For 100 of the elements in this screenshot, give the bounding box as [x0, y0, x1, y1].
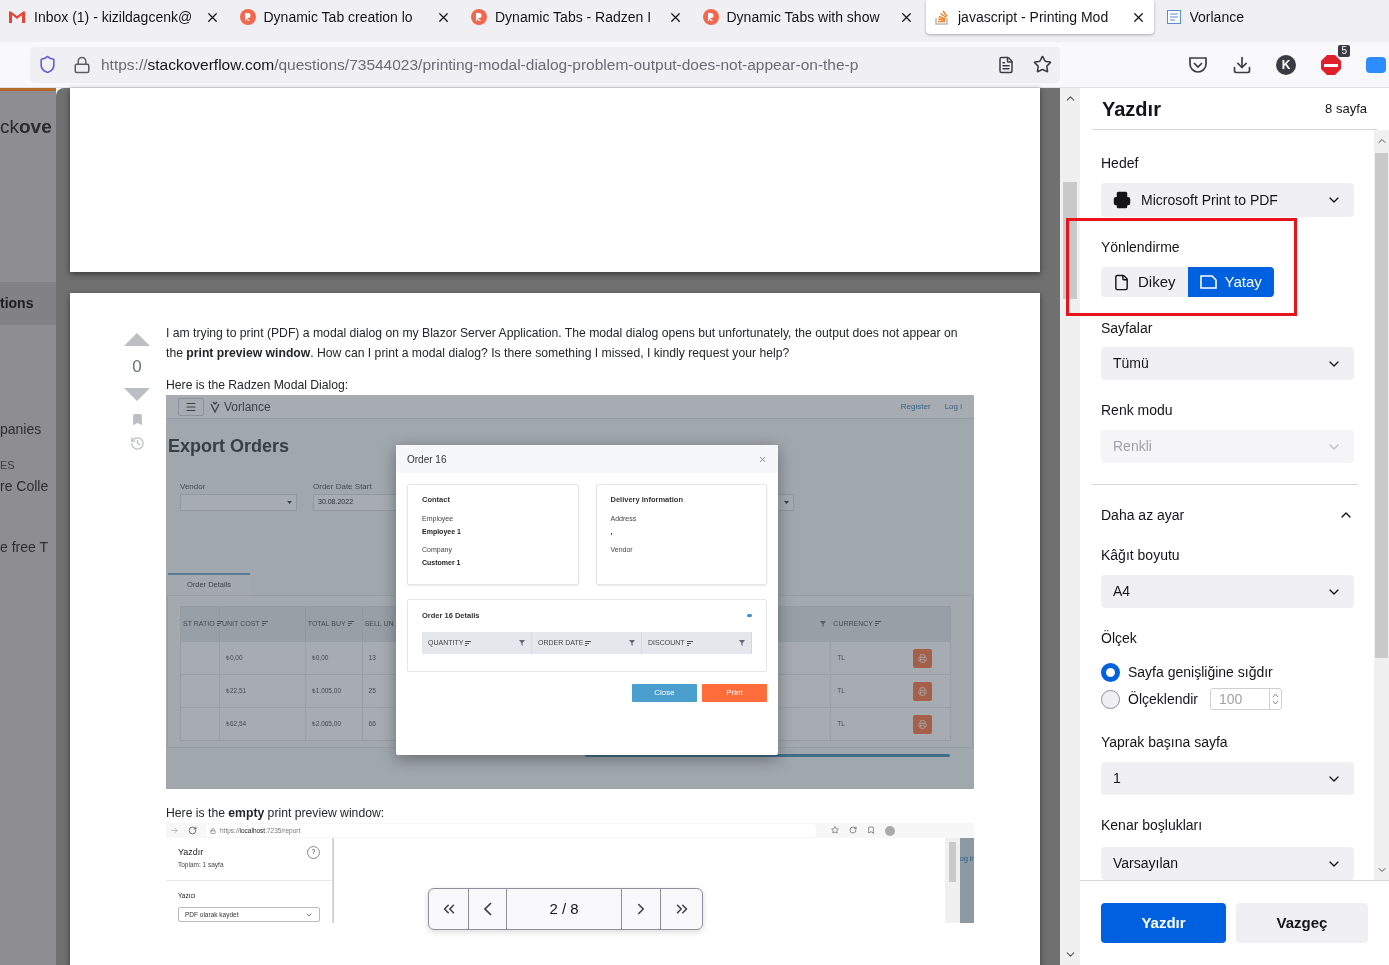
- sort-icon[interactable]: [585, 640, 592, 646]
- reload-icon[interactable]: [188, 826, 197, 835]
- radio-button[interactable]: [1101, 689, 1120, 709]
- dropdown-select[interactable]: 1: [1101, 762, 1354, 795]
- sort-icon[interactable]: [261, 621, 268, 627]
- brand-name: Vorlance: [224, 398, 271, 416]
- setting-label: Hedef: [1101, 154, 1140, 173]
- sidebar-heading: ES: [0, 457, 16, 473]
- radzen-icon: [702, 9, 719, 25]
- tab-title: javascript - Printing Mod: [958, 7, 1110, 27]
- bookmark-star-icon[interactable]: [1033, 55, 1052, 74]
- filter-icon[interactable]: [519, 640, 525, 647]
- question-text: I am trying to print (PDF) a modal dialog on my Blazor Server Application. The modal dialog opens but unfortunately, the output does not appear on the print preview window. How can I print a modal dialog? Is there something I missed, I kindly request your help?: [166, 325, 959, 362]
- scrollbar-thumb[interactable]: [1375, 153, 1388, 658]
- printer-icon: [918, 653, 928, 663]
- setting-label: Sayfalar: [1101, 319, 1154, 338]
- caret-icon: [287, 501, 292, 504]
- sidebar-link[interactable]: tions: [0, 281, 56, 325]
- browser-tab[interactable]: javascript - Printing Mod: [926, 0, 1154, 34]
- browser-tab[interactable]: Vorlance: [1157, 0, 1385, 34]
- printer-icon: [918, 719, 928, 729]
- shield-icon[interactable]: [38, 55, 57, 74]
- profile-icon[interactable]: [885, 825, 895, 836]
- forward-icon[interactable]: [170, 826, 179, 835]
- cancel-button[interactable]: Vazgeç: [1236, 903, 1368, 943]
- menu-button[interactable]: [178, 397, 204, 416]
- page-count: 8 sayfa: [1325, 99, 1367, 118]
- caption-text: Here is the empty print preview window:: [166, 805, 386, 822]
- setting-label: Yönlendirme: [1101, 238, 1181, 257]
- page-indicator: 2 / 8: [507, 889, 622, 929]
- notification-badge: 5: [1338, 44, 1350, 57]
- filter-icon[interactable]: [629, 640, 635, 647]
- setting-label: Yaprak başına sayfa: [1101, 733, 1229, 752]
- browser-tab[interactable]: Dynamic Tabs with show: [694, 0, 922, 34]
- sidebar-link[interactable]: panies: [0, 407, 56, 451]
- caption-text: Here is the Radzen Modal Dialog:: [166, 377, 350, 394]
- filter-label: Order Date Start: [313, 481, 373, 493]
- address-field[interactable]: https://stackoverflow.com/questions/73544023/printing-modal-dialog-problem-output-does-not-appear-on-the-p: [30, 46, 1060, 83]
- mail-icon: [8, 10, 26, 24]
- orientation-toggle[interactable]: Dikey: [1101, 267, 1188, 297]
- setting-label: Kâğıt boyutu: [1101, 546, 1181, 565]
- tab-title: Dynamic Tab creation lo: [263, 7, 414, 27]
- history-icon[interactable]: [129, 435, 145, 451]
- panel-title: Yazdır: [1102, 96, 1161, 122]
- downvote-icon[interactable]: [124, 387, 150, 401]
- dropdown-select[interactable]: Varsayılan: [1101, 847, 1354, 880]
- radzen-icon: [471, 9, 487, 25]
- dropdown-select[interactable]: Tümü: [1101, 347, 1354, 380]
- sort-icon[interactable]: [686, 640, 693, 646]
- print-row-button[interactable]: [913, 648, 933, 668]
- toggle-icon[interactable]: [747, 614, 752, 618]
- radio-label: Ölçeklendir: [1128, 689, 1199, 709]
- stack-icon: [934, 9, 950, 25]
- browser-tab[interactable]: Dynamic Tabs - Radzen I: [463, 0, 691, 34]
- orientation-toggle[interactable]: Yatay: [1187, 267, 1274, 297]
- favorites-icon[interactable]: [831, 825, 839, 834]
- url-text: https://stackoverflow.com/questions/73544023/printing-modal-dialog-problem-output-does-not-appear-on-the-p: [101, 54, 860, 75]
- radio-button[interactable]: [1101, 662, 1120, 682]
- filter-icon[interactable]: [739, 640, 745, 647]
- setting-label: Kenar boşlukları: [1101, 816, 1204, 835]
- setting-label: Renk modu: [1101, 401, 1174, 420]
- bookmark-icon[interactable]: [130, 412, 144, 426]
- dropdown-select[interactable]: A4: [1101, 575, 1354, 608]
- page-landscape-icon: [1199, 275, 1217, 289]
- printer-icon: [1113, 191, 1131, 209]
- lock-icon: [210, 827, 216, 834]
- browser-tab[interactable]: Inbox (1) - kizildagcenk@: [0, 0, 228, 34]
- radio-label: Sayfa genişliğine sığdır: [1128, 662, 1273, 682]
- tab-title: Vorlance: [1189, 7, 1245, 27]
- sort-icon[interactable]: [465, 640, 472, 646]
- scrollbar-thumb[interactable]: [949, 842, 956, 882]
- adblock-icon[interactable]: [1320, 53, 1342, 76]
- pocket-icon[interactable]: [1188, 55, 1208, 74]
- page-icon: [1113, 273, 1130, 291]
- destination-select[interactable]: Microsoft Print to PDF: [1101, 183, 1354, 217]
- tab-title: Inbox (1) - kizildagcenk@: [34, 7, 194, 27]
- filter-field[interactable]: [180, 494, 297, 511]
- sort-icon[interactable]: [347, 621, 354, 627]
- menu-icon: [185, 400, 197, 413]
- printer-icon: [918, 686, 928, 696]
- upvote-icon[interactable]: [124, 333, 150, 346]
- download-icon[interactable]: [1232, 54, 1252, 75]
- sidebar-link[interactable]: e free T: [0, 526, 56, 569]
- tab-title: Dynamic Tabs - Radzen I: [495, 7, 653, 27]
- print-button[interactable]: Yazdır: [1101, 903, 1227, 943]
- brand-logo: [210, 400, 220, 413]
- sort-icon[interactable]: [216, 621, 223, 627]
- filter-icon[interactable]: [820, 621, 827, 627]
- print-row-button[interactable]: [913, 681, 933, 701]
- lock-icon[interactable]: [73, 55, 91, 74]
- browser-tab[interactable]: Dynamic Tab creation lo: [231, 0, 459, 34]
- chevron-left-icon: [483, 902, 492, 916]
- tab-title: Dynamic Tabs with show: [726, 7, 881, 27]
- sort-icon[interactable]: [875, 621, 881, 627]
- print-row-button[interactable]: [913, 714, 933, 734]
- reader-view-icon[interactable]: [997, 55, 1015, 74]
- more-settings-toggle[interactable]: Daha az ayar: [1101, 505, 1354, 525]
- panel-title: Yazdır: [178, 846, 204, 859]
- account-avatar[interactable]: K: [1276, 54, 1296, 75]
- site-logo[interactable]: ckove: [0, 113, 56, 142]
